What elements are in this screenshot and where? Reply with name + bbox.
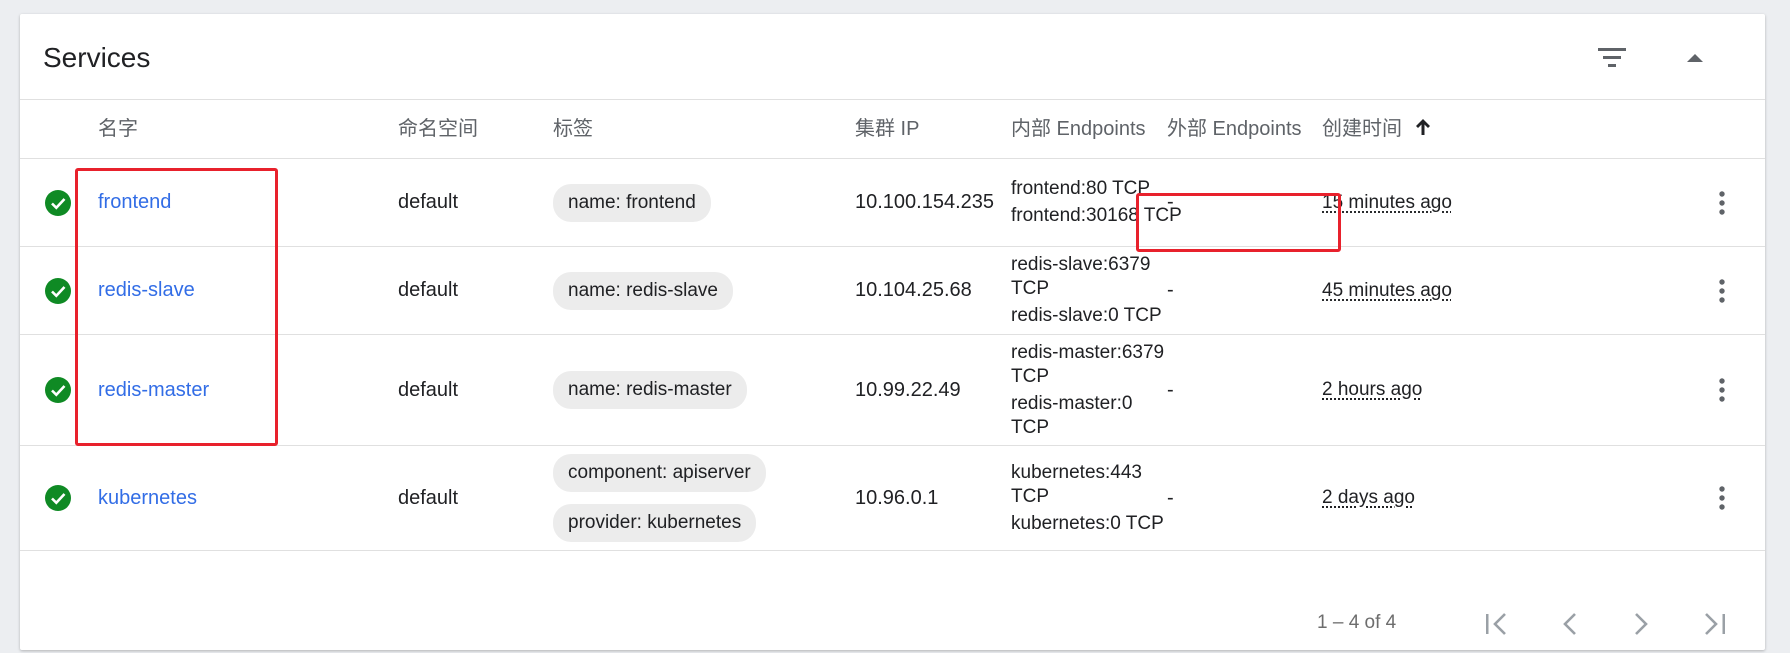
endpoint-item: frontend:30168 TCP	[1011, 205, 1182, 226]
column-header-created[interactable]: 创建时间	[1322, 100, 1430, 158]
pagination-range: 1 – 4 of 4	[1317, 612, 1397, 633]
more-vert-icon	[1719, 190, 1725, 215]
last-page-icon	[1705, 613, 1725, 635]
label-chip: name: redis-slave	[553, 271, 733, 310]
column-header-cluster-ip: 集群 IP	[855, 118, 920, 140]
label-chip: name: frontend	[553, 183, 711, 222]
service-name-link[interactable]: frontend	[98, 191, 171, 214]
row-actions-button[interactable]	[1705, 481, 1739, 515]
column-header-labels: 标签	[553, 118, 593, 140]
first-page-icon	[1486, 613, 1506, 635]
previous-page-button[interactable]	[1550, 606, 1590, 642]
row-actions-button[interactable]	[1705, 186, 1739, 220]
check-circle-icon	[45, 189, 71, 216]
service-name-link[interactable]: redis-master	[98, 379, 209, 402]
internal-endpoints-cell: redis-slave:6379 TCP redis-slave:0 TCP	[1011, 247, 1186, 334]
endpoint-item: kubernetes:443 TCP	[1011, 461, 1142, 507]
label-chip: provider: kubernetes	[553, 504, 757, 542]
last-page-button[interactable]	[1694, 606, 1734, 642]
created-time[interactable]: 2 hours ago	[1322, 379, 1422, 401]
labels-cell: name: redis-master	[553, 335, 747, 445]
cluster-ip-cell: 10.96.0.1	[855, 486, 939, 509]
created-time[interactable]: 45 minutes ago	[1322, 280, 1452, 302]
services-card: Services 名字 命名空间 标签 集群 IP 内部 Endpoints 外…	[20, 14, 1765, 650]
labels-cell: component: apiserver provider: kubernete…	[553, 446, 766, 550]
next-page-button[interactable]	[1621, 606, 1661, 642]
first-page-button[interactable]	[1477, 606, 1517, 642]
cluster-ip-cell: 10.100.154.235	[855, 191, 995, 213]
more-vert-icon	[1719, 278, 1725, 303]
external-endpoints-cell: -	[1167, 486, 1174, 509]
paginator: 1 – 4 of 4	[20, 604, 1765, 650]
card-title: Services	[43, 42, 151, 73]
check-circle-icon	[45, 485, 71, 511]
endpoint-item: redis-master:0 TCP	[1011, 392, 1133, 438]
table-row: kubernetes default component: apiserver …	[20, 446, 1765, 551]
table-row: redis-slave default name: redis-slave 10…	[20, 247, 1765, 335]
internal-endpoints-cell: redis-master:6379 TCP redis-master:0 TCP	[1011, 335, 1181, 445]
more-vert-icon	[1719, 486, 1725, 510]
labels-cell: name: redis-slave	[553, 247, 733, 334]
namespace-cell: default	[398, 486, 459, 509]
column-header-namespace[interactable]: 命名空间	[398, 100, 478, 158]
column-header-internal-endpoints: 内部 Endpoints	[1011, 118, 1146, 140]
labels-cell: name: frontend	[553, 159, 711, 246]
column-header-name[interactable]: 名字	[98, 100, 138, 158]
arrow-drop-up-icon	[1687, 54, 1703, 62]
external-endpoints-cell: -	[1167, 191, 1174, 213]
card-header: Services	[20, 14, 1765, 100]
namespace-cell: default	[398, 279, 459, 301]
collapse-button[interactable]	[1673, 36, 1717, 80]
label-chip: name: redis-master	[553, 371, 747, 409]
table-row: frontend default name: frontend 10.100.1…	[20, 159, 1765, 247]
internal-endpoints-cell: frontend:80 TCP frontend:30168 TCP	[1011, 159, 1186, 246]
chevron-left-icon	[1563, 613, 1576, 635]
cluster-ip-cell: 10.99.22.49	[855, 378, 961, 401]
check-circle-icon	[45, 277, 71, 304]
endpoint-item: redis-slave:6379 TCP	[1011, 254, 1151, 299]
filter-button[interactable]	[1590, 36, 1634, 80]
internal-endpoints-cell: kubernetes:443 TCP kubernetes:0 TCP	[1011, 446, 1186, 550]
service-name-link[interactable]: redis-slave	[98, 279, 195, 302]
more-vert-icon	[1719, 378, 1725, 402]
endpoint-item: kubernetes:0 TCP	[1011, 512, 1164, 534]
created-time[interactable]: 2 days ago	[1322, 487, 1415, 509]
label-chip: component: apiserver	[553, 454, 766, 492]
external-endpoints-cell: -	[1167, 279, 1174, 301]
row-actions-button[interactable]	[1705, 373, 1739, 407]
external-endpoints-cell: -	[1167, 378, 1174, 401]
table-row: redis-master default name: redis-master …	[20, 335, 1765, 446]
column-header-external-endpoints: 外部 Endpoints	[1167, 118, 1302, 140]
namespace-cell: default	[398, 191, 459, 213]
column-header-row: 名字 命名空间 标签 集群 IP 内部 Endpoints 外部 Endpoin…	[20, 100, 1765, 159]
row-actions-button[interactable]	[1705, 274, 1739, 308]
cluster-ip-cell: 10.104.25.68	[855, 279, 972, 301]
check-circle-icon	[45, 377, 71, 403]
chevron-right-icon	[1635, 613, 1648, 635]
column-header-created-label: 创建时间	[1322, 118, 1402, 140]
endpoint-item: redis-slave:0 TCP	[1011, 305, 1162, 326]
filter-list-icon	[1598, 48, 1626, 67]
endpoint-item: frontend:80 TCP	[1011, 178, 1151, 199]
service-name-link[interactable]: kubernetes	[98, 487, 197, 510]
arrow-upward-icon	[1416, 118, 1430, 135]
namespace-cell: default	[398, 378, 459, 401]
created-time[interactable]: 15 minutes ago	[1322, 192, 1452, 214]
endpoint-item: redis-master:6379 TCP	[1011, 341, 1165, 387]
